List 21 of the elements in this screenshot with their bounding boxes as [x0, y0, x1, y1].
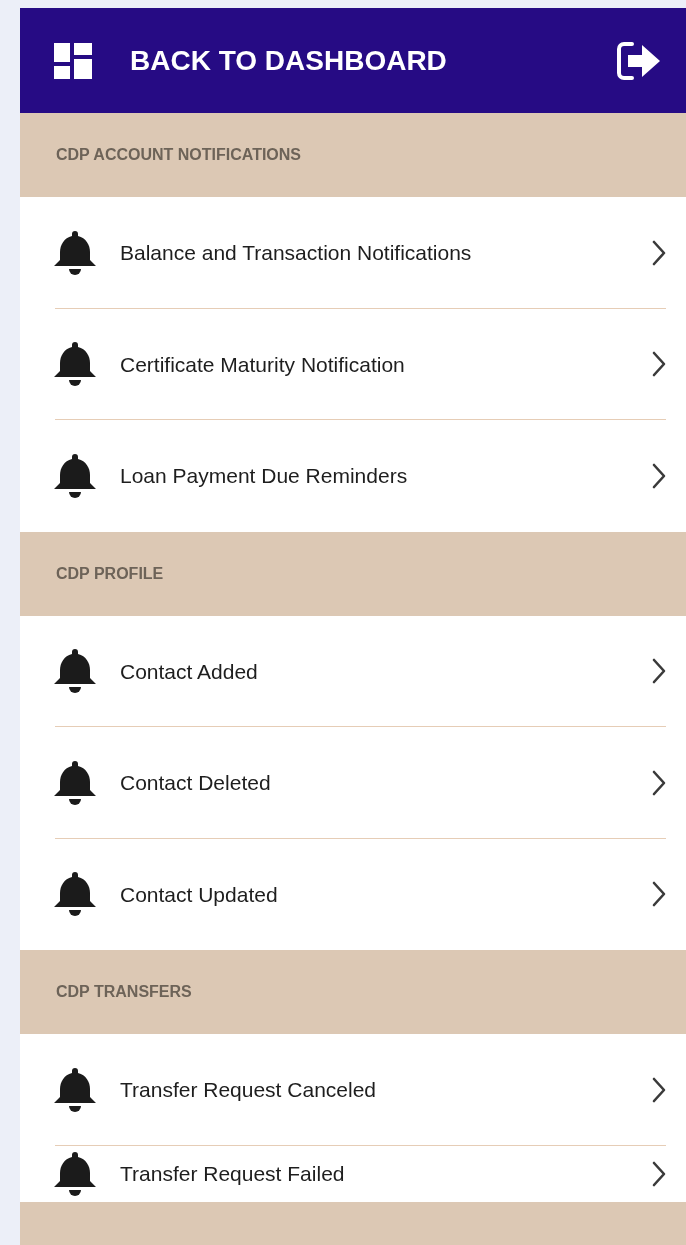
chevron-right-icon — [652, 658, 666, 685]
bell-icon — [54, 649, 96, 694]
bell-icon — [54, 1151, 96, 1196]
chevron-right-icon — [652, 351, 666, 378]
chevron-right-icon — [652, 239, 666, 266]
bell-icon — [54, 1067, 96, 1112]
section-title: CDP ACCOUNT NOTIFICATIONS — [56, 145, 302, 165]
bell-icon — [54, 453, 96, 498]
bell-icon — [54, 760, 96, 805]
bell-icon — [54, 230, 96, 275]
bell-icon — [54, 872, 96, 917]
bell-icon — [54, 342, 96, 387]
chevron-right-icon — [652, 462, 666, 489]
chevron-right-icon — [652, 1076, 666, 1103]
logout-icon[interactable] — [616, 40, 662, 81]
dashboard-icon[interactable] — [54, 42, 92, 79]
chevron-right-icon — [652, 881, 666, 908]
section-title: CDP TRANSFERS — [56, 982, 192, 1002]
section-title: CDP PROFILE — [56, 563, 164, 584]
chevron-right-icon — [652, 1160, 666, 1187]
chevron-right-icon — [652, 769, 666, 796]
